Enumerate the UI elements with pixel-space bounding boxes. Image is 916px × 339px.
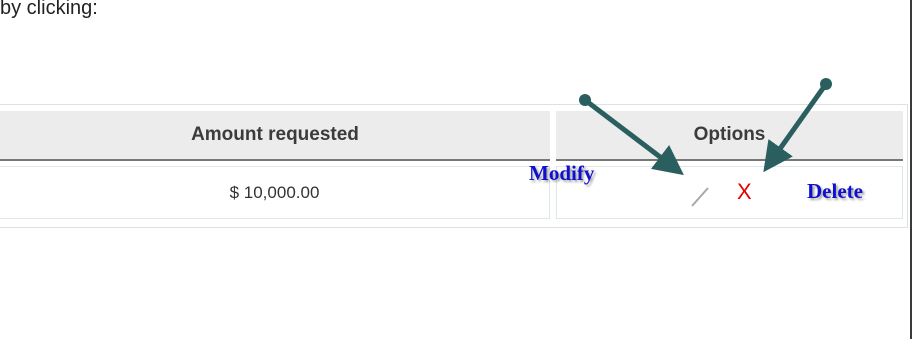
partial-instruction-text: by clicking: xyxy=(0,0,98,19)
column-header-options: Options xyxy=(556,111,903,161)
column-header-amount-label: Amount requested xyxy=(191,124,359,145)
column-header-options-label: Options xyxy=(693,124,766,145)
annotation-modify-label: Modify xyxy=(529,161,595,185)
table-cell-amount: $ 10,000.00 xyxy=(0,166,550,219)
amount-value: $ 10,000.00 xyxy=(229,182,320,202)
pencil-edit-icon[interactable] xyxy=(689,182,711,208)
column-header-amount-requested[interactable]: Amount requested xyxy=(0,111,550,161)
window-right-border xyxy=(910,0,912,339)
screenshot-canvas: by clicking: Amount requested Options $ … xyxy=(0,0,916,339)
delete-x-icon[interactable]: X xyxy=(737,178,752,206)
annotation-delete-label: Delete xyxy=(807,179,863,203)
